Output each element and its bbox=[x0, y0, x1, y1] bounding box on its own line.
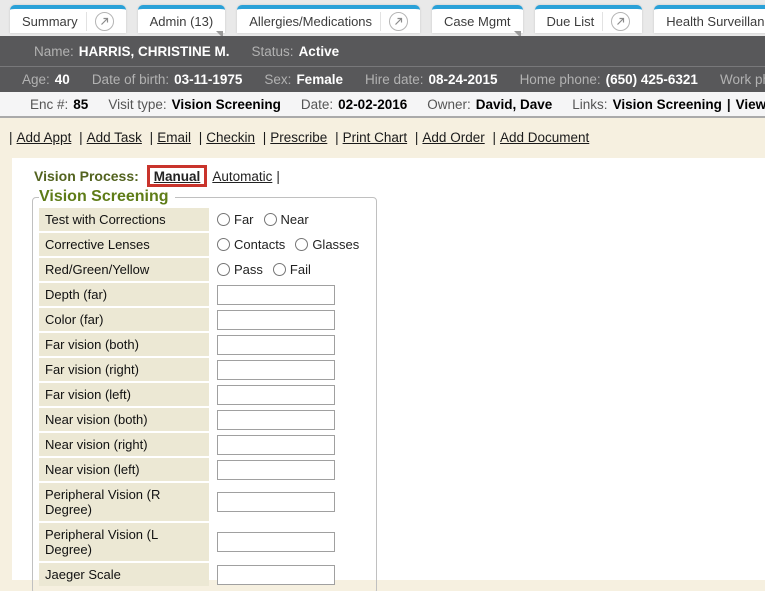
dropdown-fold-icon bbox=[216, 31, 223, 36]
vision-screening-fieldset: Vision Screening Test with Corrections F… bbox=[32, 188, 377, 591]
tab-label: Case Mgmt bbox=[444, 14, 510, 29]
patient-status: Status: Active bbox=[252, 44, 340, 59]
add-document-link[interactable]: Add Document bbox=[500, 130, 589, 145]
form-row-peripheral-vision-l: Peripheral Vision (L Degree) bbox=[39, 523, 369, 561]
open-in-new-icon[interactable] bbox=[86, 12, 114, 31]
annotation-red-box: Manual bbox=[147, 165, 208, 187]
tab-label: Due List bbox=[547, 14, 595, 29]
near-vision-right-input[interactable] bbox=[217, 435, 335, 455]
view-vision-screening-link[interactable]: View Vision Screening bbox=[736, 97, 765, 112]
form-row-near-vision-right: Near vision (right) bbox=[39, 433, 369, 456]
tab-admin[interactable]: Admin (13) bbox=[138, 5, 226, 33]
dropdown-fold-icon bbox=[514, 31, 521, 36]
patient-name-bar: Name: HARRIS, CHRISTINE M. Status: Activ… bbox=[0, 36, 765, 66]
form-row-near-vision-both: Near vision (both) bbox=[39, 408, 369, 431]
form-row-test-with-corrections: Test with Corrections Far Near bbox=[39, 208, 369, 231]
manual-link[interactable]: Manual bbox=[154, 169, 201, 184]
tab-label: Admin (13) bbox=[150, 14, 214, 29]
tab-health-surveillance[interactable]: Health Surveillance bbox=[654, 5, 765, 33]
vision-process-row: Vision Process: Manual Automatic | bbox=[34, 165, 765, 187]
form-row-far-vision-left: Far vision (left) bbox=[39, 383, 369, 406]
tab-allergies-medications[interactable]: Allergies/Medications bbox=[237, 5, 420, 33]
jaeger-scale-input[interactable] bbox=[217, 565, 335, 585]
home-phone-field: Home phone:(650) 425-6321 bbox=[520, 72, 698, 87]
form-row-jaeger-scale: Jaeger Scale bbox=[39, 563, 369, 586]
peripheral-vision-l-input[interactable] bbox=[217, 532, 335, 552]
add-order-link[interactable]: Add Order bbox=[422, 130, 484, 145]
pass-radio[interactable] bbox=[217, 263, 230, 276]
owner-field: Owner:David, Dave bbox=[427, 97, 552, 112]
tab-bar: Summary Admin (13) Allergies/Medications… bbox=[0, 0, 765, 36]
tab-label: Health Surveillance bbox=[666, 14, 765, 29]
action-links-bar: |Add Appt |Add Task |Email |Checkin |Pre… bbox=[0, 118, 765, 158]
content-panel: Vision Process: Manual Automatic | Visio… bbox=[12, 158, 765, 580]
patient-name: Name: HARRIS, CHRISTINE M. bbox=[34, 44, 230, 59]
far-vision-both-input[interactable] bbox=[217, 335, 335, 355]
tab-case-mgmt[interactable]: Case Mgmt bbox=[432, 5, 522, 33]
prescribe-link[interactable]: Prescribe bbox=[270, 130, 327, 145]
print-chart-link[interactable]: Print Chart bbox=[343, 130, 408, 145]
peripheral-vision-r-input[interactable] bbox=[217, 492, 335, 512]
near-radio[interactable] bbox=[264, 213, 277, 226]
vision-screening-legend: Vision Screening bbox=[39, 188, 175, 206]
add-appt-link[interactable]: Add Appt bbox=[17, 130, 72, 145]
encounter-bar: Enc #:85 Visit type:Vision Screening Dat… bbox=[0, 92, 765, 118]
color-far-input[interactable] bbox=[217, 310, 335, 330]
vision-screening-link[interactable]: Vision Screening bbox=[613, 97, 722, 112]
near-vision-both-input[interactable] bbox=[217, 410, 335, 430]
vision-process-label: Vision Process: bbox=[34, 168, 139, 184]
form-row-depth-far: Depth (far) bbox=[39, 283, 369, 306]
form-row-near-vision-left: Near vision (left) bbox=[39, 458, 369, 481]
contacts-radio[interactable] bbox=[217, 238, 230, 251]
work-phone-field: Work phone:(407) 939 bbox=[720, 72, 765, 87]
email-link[interactable]: Email bbox=[157, 130, 191, 145]
visit-date-field: Date:02-02-2016 bbox=[301, 97, 407, 112]
form-row-color-far: Color (far) bbox=[39, 308, 369, 331]
hire-date-field: Hire date:08-24-2015 bbox=[365, 72, 498, 87]
glasses-radio[interactable] bbox=[295, 238, 308, 251]
tab-summary[interactable]: Summary bbox=[10, 5, 126, 33]
encounter-links: Links: Vision Screening | View Vision Sc… bbox=[572, 97, 765, 112]
enc-number-field: Enc #:85 bbox=[30, 97, 88, 112]
form-row-red-green-yellow: Red/Green/Yellow Pass Fail bbox=[39, 258, 369, 281]
dob-field: Date of birth:03-11-1975 bbox=[92, 72, 243, 87]
automatic-link[interactable]: Automatic bbox=[212, 169, 272, 184]
near-vision-left-input[interactable] bbox=[217, 460, 335, 480]
form-row-far-vision-both: Far vision (both) bbox=[39, 333, 369, 356]
form-row-far-vision-right: Far vision (right) bbox=[39, 358, 369, 381]
far-radio[interactable] bbox=[217, 213, 230, 226]
form-row-corrective-lenses: Corrective Lenses Contacts Glasses bbox=[39, 233, 369, 256]
age-field: Age:40 bbox=[22, 72, 70, 87]
open-in-new-icon[interactable] bbox=[380, 12, 408, 31]
checkin-link[interactable]: Checkin bbox=[206, 130, 255, 145]
tab-label: Allergies/Medications bbox=[249, 14, 372, 29]
far-vision-right-input[interactable] bbox=[217, 360, 335, 380]
tab-due-list[interactable]: Due List bbox=[535, 5, 643, 33]
open-in-new-icon[interactable] bbox=[602, 12, 630, 31]
demographics-bar: Age:40 Date of birth:03-11-1975 Sex:Fema… bbox=[0, 66, 765, 92]
depth-far-input[interactable] bbox=[217, 285, 335, 305]
add-task-link[interactable]: Add Task bbox=[87, 130, 142, 145]
tab-label: Summary bbox=[22, 14, 78, 29]
sex-field: Sex:Female bbox=[264, 72, 343, 87]
form-row-peripheral-vision-r: Peripheral Vision (R Degree) bbox=[39, 483, 369, 521]
far-vision-left-input[interactable] bbox=[217, 385, 335, 405]
visit-type-field: Visit type:Vision Screening bbox=[108, 97, 281, 112]
fail-radio[interactable] bbox=[273, 263, 286, 276]
